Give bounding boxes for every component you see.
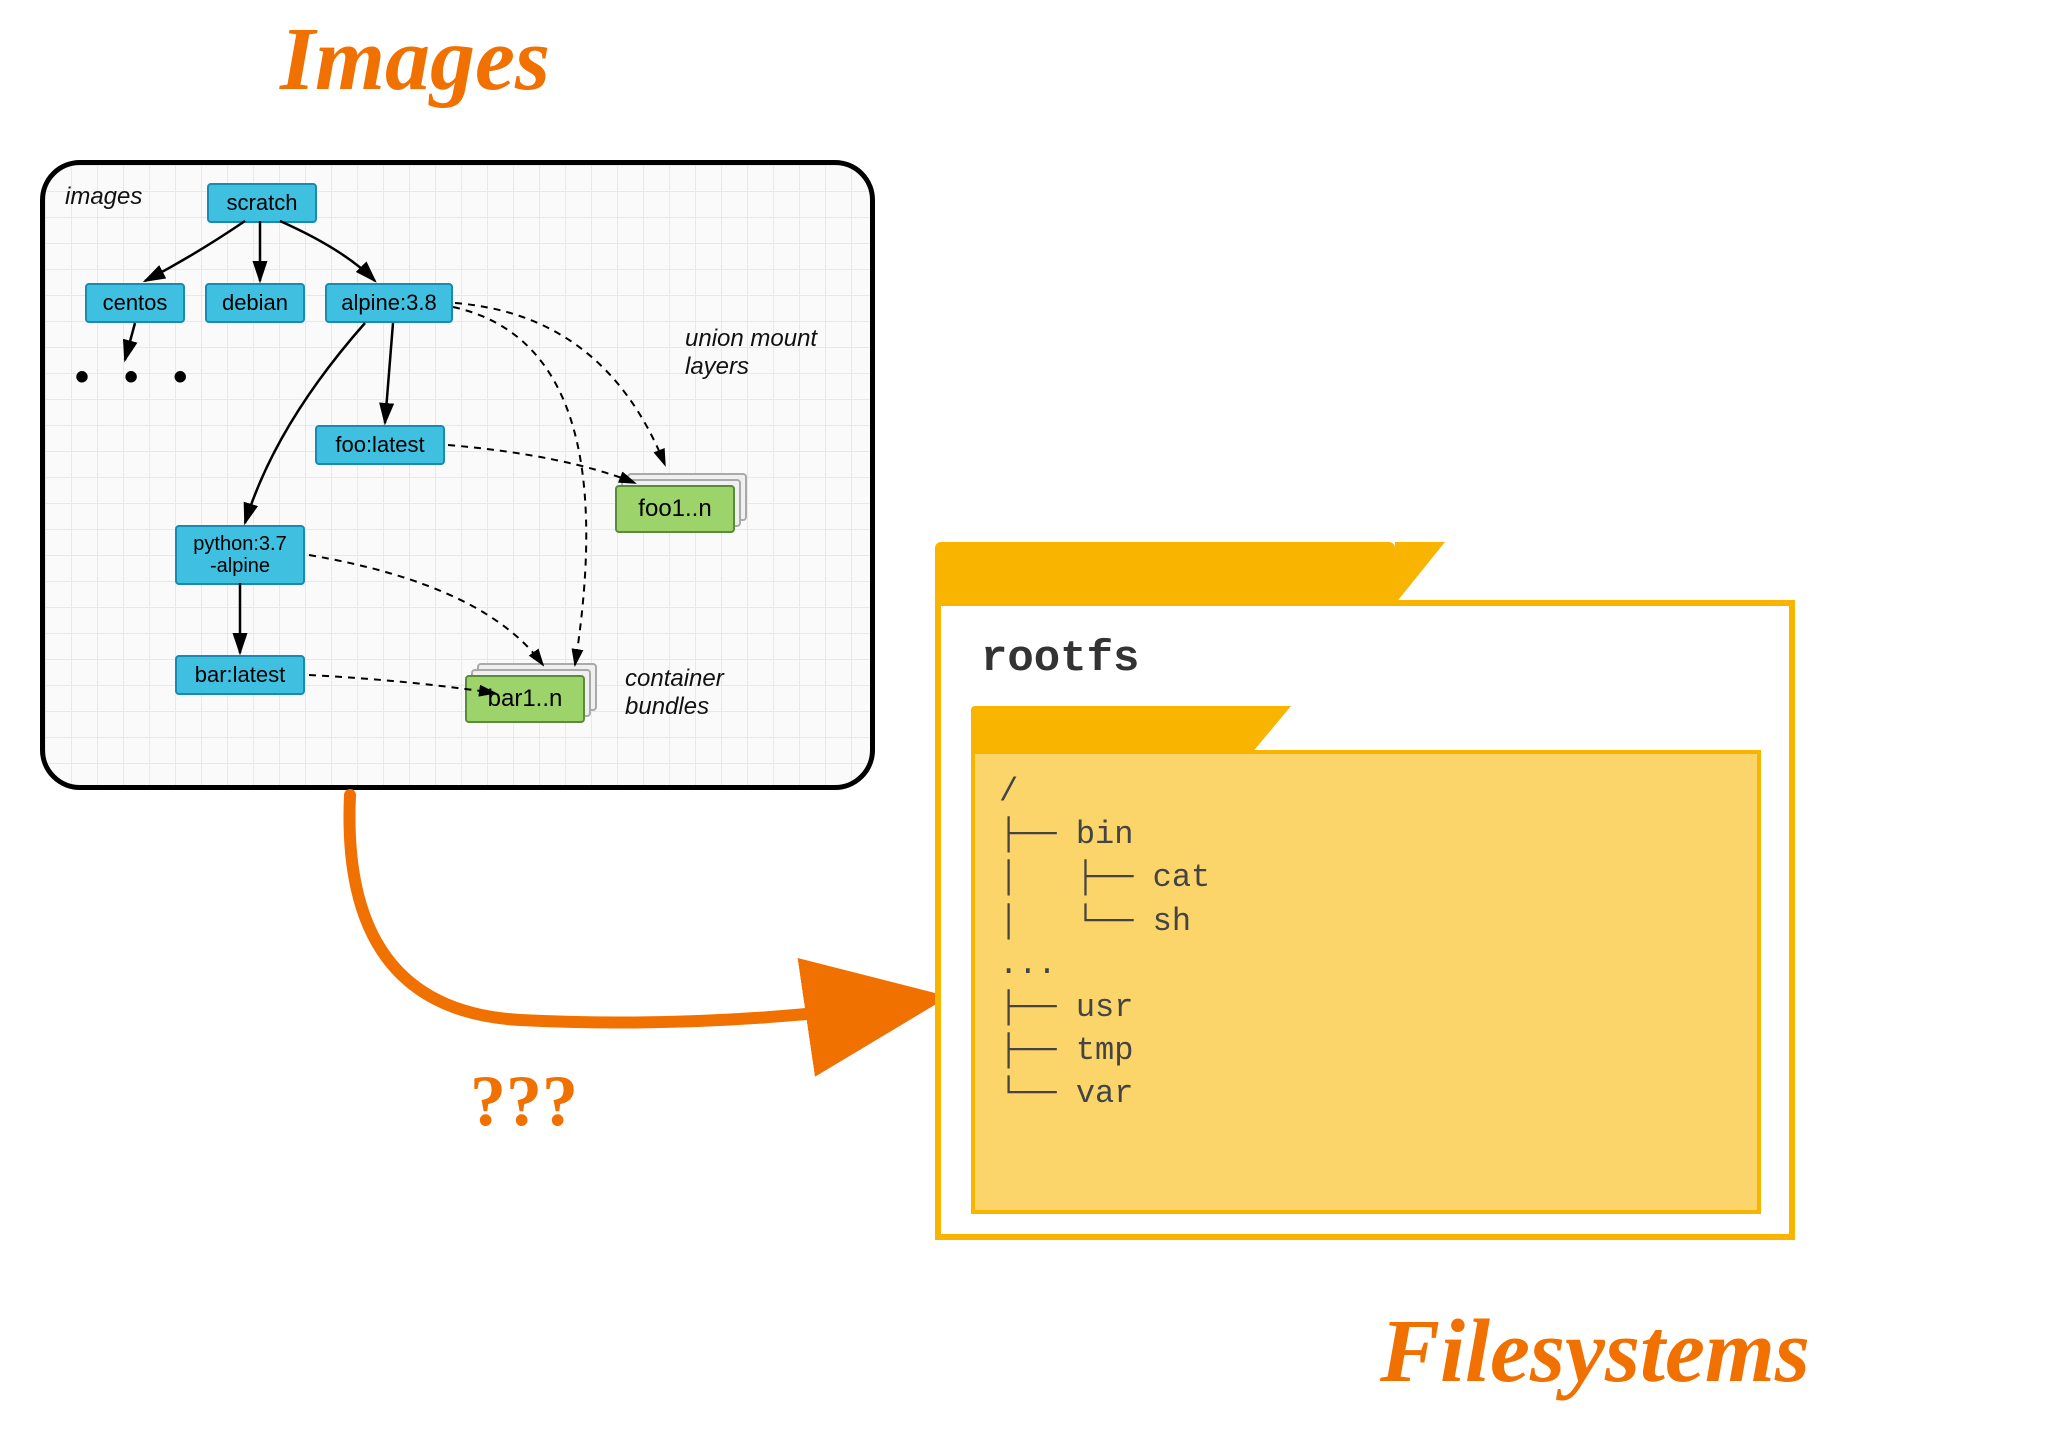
node-scratch: scratch — [207, 183, 317, 223]
node-python-alpine: python:3.7 -alpine — [175, 525, 305, 585]
images-panel-label: images — [65, 183, 142, 211]
folder-inner: / ├── bin │ ├── cat │ └── sh ... ├── usr… — [971, 706, 1761, 1216]
question-marks-label: ??? — [470, 1060, 578, 1143]
folder-tab-outer — [935, 542, 1395, 604]
filesystem-tree: / ├── bin │ ├── cat │ └── sh ... ├── usr… — [975, 754, 1757, 1132]
node-debian: debian — [205, 283, 305, 323]
node-foo-latest: foo:latest — [315, 425, 445, 465]
title-filesystems: Filesystems — [1380, 1300, 1810, 1403]
node-centos: centos — [85, 283, 185, 323]
annotation-container-bundles: container bundles — [625, 665, 724, 721]
rootfs-label: rootfs — [981, 634, 1139, 684]
annotation-union-mount: union mount layers — [685, 325, 817, 381]
panel-arrows — [45, 165, 875, 790]
folder-tab-inner — [971, 706, 1251, 754]
filesystem-folder: rootfs / ├── bin │ ├── cat │ └── sh ... … — [935, 542, 1795, 1242]
folder-body-inner: / ├── bin │ ├── cat │ └── sh ... ├── usr… — [971, 750, 1761, 1214]
title-images: Images — [280, 8, 550, 111]
bundle-bar-stack: bar1..n — [465, 675, 595, 735]
bundle-foo-front: foo1..n — [615, 485, 735, 533]
folder-body-outer: rootfs / ├── bin │ ├── cat │ └── sh ... … — [935, 600, 1795, 1240]
ellipsis-icon: • • • — [75, 355, 199, 400]
images-diagram-panel: images scratch centos debian alpine:3.8 … — [40, 160, 875, 790]
node-alpine: alpine:3.8 — [325, 283, 453, 323]
node-bar-latest: bar:latest — [175, 655, 305, 695]
bundle-bar-front: bar1..n — [465, 675, 585, 723]
bundle-foo-stack: foo1..n — [615, 485, 745, 545]
